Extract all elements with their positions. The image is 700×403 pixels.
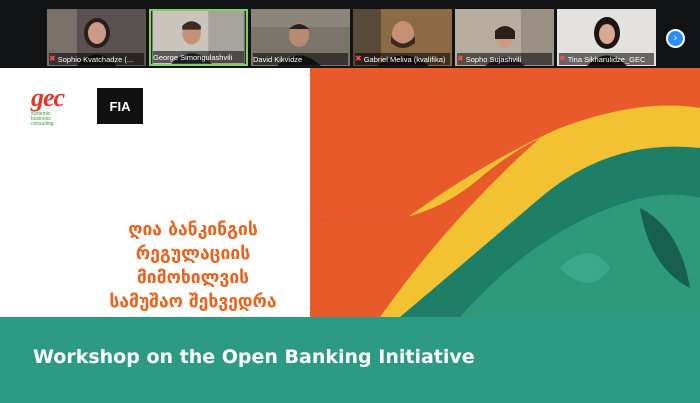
participant-strip: ✖ Sophio Kvatchadze (... George Simongul… [0, 0, 700, 68]
mic-muted-icon: ✖ [559, 54, 566, 63]
mic-muted-icon: ✖ [457, 54, 464, 63]
gec-logo-text: gec [31, 83, 65, 112]
participant-tile[interactable]: ✖ Sopho Sujashvili [455, 9, 554, 66]
participant-name: Gabriel Meliva (kvalifika) [363, 54, 446, 64]
participant-name-label: ✖ Sophio Kvatchadze (... [49, 53, 144, 65]
participant-name: Tina Sikharulidze_GEC [567, 54, 646, 64]
slide-title-line: მიმოხილვის [136, 268, 250, 288]
participant-name: George Simongulashvili [153, 52, 233, 62]
mic-muted-icon: ✖ [355, 54, 362, 63]
participant-name: Sopho Sujashvili [465, 54, 522, 64]
participant-name-label: George Simongulashvili [153, 51, 244, 63]
slide-title: ღია ბანკინგის რეგულაციის მიმოხილვის სამუ… [68, 218, 318, 314]
participant-name-label: ✖ Tina Sikharulidze_GEC [559, 53, 654, 65]
participant-tile[interactable]: ✖ Tina Sikharulidze_GEC [557, 9, 656, 66]
slide-title-line: ღია ბანკინგის [128, 220, 258, 240]
shared-slide: gec systemic business consulting FIA ღია… [12, 68, 700, 317]
participant-tile-active-speaker[interactable]: George Simongulashvili [149, 9, 248, 66]
next-participants-button[interactable]: › [666, 29, 685, 48]
decorative-artwork [310, 68, 700, 317]
participant-name-label: David Kikvidze [253, 53, 348, 65]
gec-logo: gec systemic business consulting [31, 83, 101, 127]
fia-logo-text: FIA [109, 98, 131, 114]
participant-tile[interactable]: ✖ Gabriel Meliva (kvalifika) [353, 9, 452, 66]
participant-name: Sophio Kvatchadze (... [57, 54, 134, 64]
mic-muted-icon: ✖ [49, 54, 56, 63]
caption-title: Workshop on the Open Banking Initiative [33, 346, 475, 368]
fia-logo: FIA [97, 88, 143, 124]
participant-tile[interactable]: David Kikvidze [251, 9, 350, 66]
participant-name-label: ✖ Gabriel Meliva (kvalifika) [355, 53, 450, 65]
chevron-right-icon: › [673, 31, 678, 44]
participant-name-label: ✖ Sopho Sujashvili [457, 53, 552, 65]
slide-title-line: სამუშაო შეხვედრა [109, 292, 277, 312]
participant-tile[interactable]: ✖ Sophio Kvatchadze (... [47, 9, 146, 66]
slide-title-line: რეგულაციის [135, 244, 251, 264]
gec-tagline: systemic business consulting [31, 111, 54, 127]
participant-name: David Kikvidze [253, 54, 303, 64]
